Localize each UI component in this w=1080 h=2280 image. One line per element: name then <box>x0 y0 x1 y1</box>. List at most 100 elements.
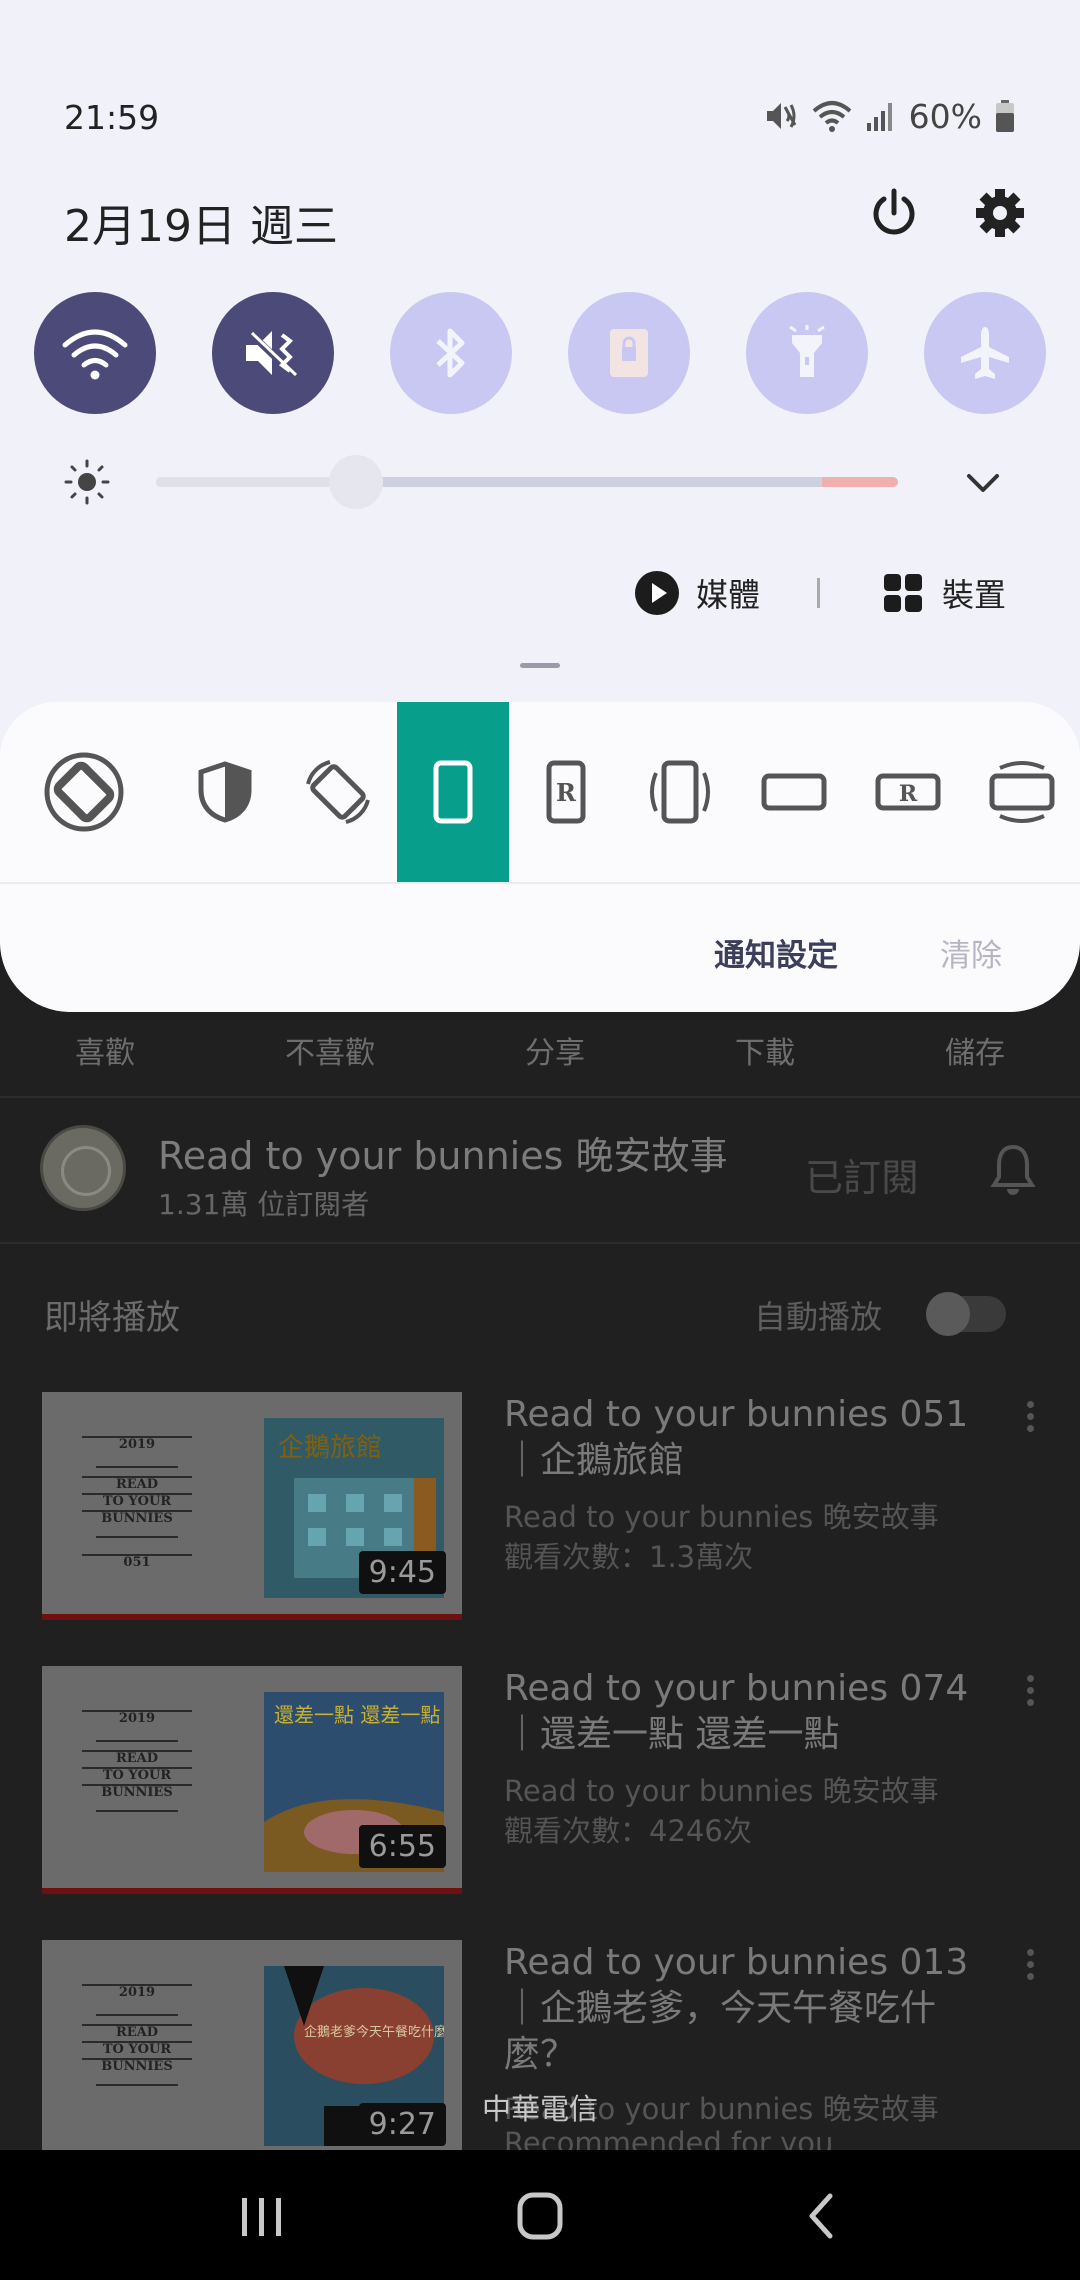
mute-tile[interactable] <box>212 292 334 414</box>
save-button[interactable]: 儲存 <box>945 1028 1005 1072</box>
clear-button[interactable]: 清除 <box>940 930 1002 975</box>
like-button[interactable]: 喜歡 <box>75 1028 135 1072</box>
video-item[interactable]: 2019 READ TO YOUR BUNNIES 企鵝老爹今天午餐吃什麼 9:… <box>42 1940 1042 2170</box>
brightness-high-zone <box>822 477 898 487</box>
channel-subscribers: 1.31萬 位訂閱者 <box>158 1188 370 1221</box>
shield-option[interactable] <box>169 702 281 882</box>
video-thumbnail[interactable]: 2019 READ TO YOUR BUNNIES 還差一點 還差一點 6:55 <box>42 1666 462 1894</box>
notification-settings-button[interactable]: 通知設定 <box>714 930 838 975</box>
recents-icon[interactable] <box>222 2186 302 2246</box>
chevron-down-icon[interactable] <box>963 468 1003 498</box>
landscape-locked-icon: R <box>875 773 941 811</box>
cover-title: 企鵝旅館 <box>278 1433 382 1463</box>
video-views: 觀看次數：4246次 <box>504 1814 752 1848</box>
battery-icon <box>996 100 1014 132</box>
sound-mode-tile[interactable] <box>568 292 690 414</box>
panel-handle[interactable] <box>520 663 560 668</box>
video-title[interactable]: Read to your bunnies 051｜企鵝旅館 <box>504 1392 974 1484</box>
carrier-label: 中華電信 <box>481 2092 598 2126</box>
media-button[interactable]: 媒體 <box>634 568 760 618</box>
thumbnail-paper: 2019 READ TO YOUR BUNNIES 051 <box>82 1436 192 1576</box>
video-views: 觀看次數：1.3萬次 <box>504 1540 754 1574</box>
portrait-icon <box>433 760 473 824</box>
more-options-icon[interactable] <box>1027 1672 1037 1708</box>
rotation-options-strip: R R <box>0 702 1080 882</box>
back-icon[interactable] <box>784 2186 864 2246</box>
status-icons: 60% <box>763 96 1016 136</box>
bluetooth-tile[interactable] <box>390 292 512 414</box>
video-item[interactable]: 2019 READ TO YOUR BUNNIES 還差一點 還差一點 6:55… <box>42 1666 1042 1896</box>
video-channel: Read to your bunnies 晚安故事 <box>504 1774 939 1808</box>
video-title[interactable]: Read to your bunnies 013｜企鵝老爹，今天午餐吃什麼？ <box>504 1940 974 2080</box>
divider <box>0 882 1080 884</box>
channel-name: Read to your bunnies 晚安故事 <box>158 1134 728 1178</box>
bell-icon[interactable] <box>990 1143 1036 1197</box>
cover-title: 還差一點 還差一點 <box>274 1703 440 1727</box>
divider <box>0 1096 1080 1098</box>
rotate-option[interactable] <box>282 702 394 882</box>
channel-row[interactable]: Read to your bunnies 晚安故事 1.31萬 位訂閱者 已訂閱 <box>40 1125 1040 1221</box>
media-label: 媒體 <box>696 576 761 614</box>
video-duration: 6:55 <box>358 1825 446 1868</box>
brightness-handle[interactable] <box>329 455 384 509</box>
battery-percentage: 60% <box>908 96 982 136</box>
mute-status-icon <box>766 103 796 129</box>
download-button[interactable]: 下載 <box>735 1028 795 1072</box>
video-channel: Read to your bunnies 晚安故事 <box>504 1500 939 1534</box>
airplane-icon <box>961 327 1009 379</box>
devices-button[interactable]: 裝置 <box>882 568 1006 618</box>
flashlight-icon <box>789 325 825 377</box>
play-icon <box>635 571 679 615</box>
more-options-icon[interactable] <box>1027 1946 1037 1982</box>
auto-rotate-icon <box>44 752 124 832</box>
video-item[interactable]: 2019 READ TO YOUR BUNNIES 051 企鵝旅館 9:45 … <box>42 1392 1042 1622</box>
portrait-vibrate-option[interactable] <box>624 702 736 882</box>
signal-icon <box>866 103 892 131</box>
watch-progress <box>42 1614 462 1620</box>
divider <box>0 1242 1080 1244</box>
svg-text:R: R <box>899 781 918 807</box>
airplane-mode-tile[interactable] <box>924 292 1046 414</box>
brightness-fill <box>156 477 357 487</box>
watch-progress <box>42 1888 462 1894</box>
landscape-tv-option[interactable] <box>966 702 1078 882</box>
rotation-options-card: R R 通知設定 清除 <box>0 702 1080 1012</box>
gear-icon[interactable] <box>972 185 1028 241</box>
dislike-button[interactable]: 不喜歡 <box>285 1028 375 1072</box>
home-icon[interactable] <box>500 2186 580 2246</box>
quick-settings-tiles <box>34 292 1046 414</box>
landscape-option[interactable] <box>738 702 850 882</box>
video-title[interactable]: Read to your bunnies 074｜還差一點 還差一點 <box>504 1666 974 1758</box>
mute-icon <box>246 330 299 380</box>
svg-text:R: R <box>556 778 577 807</box>
separator <box>817 578 820 608</box>
thumbnail-paper: 2019 READ TO YOUR BUNNIES <box>82 1710 192 1850</box>
power-icon[interactable] <box>866 185 922 241</box>
wifi-tile[interactable] <box>34 292 156 414</box>
video-actions: 喜歡 不喜歡 分享 下載 儲存 <box>0 1015 1080 1085</box>
landscape-tv-icon <box>989 761 1055 823</box>
shield-icon <box>198 761 252 823</box>
portrait-option[interactable] <box>397 702 509 882</box>
status-time: 21:59 <box>64 98 160 137</box>
wifi-icon <box>62 329 128 380</box>
date-label: 2月19日 週三 <box>64 201 338 252</box>
sound-mode-icon <box>610 329 648 377</box>
auto-rotate-option[interactable] <box>28 702 140 882</box>
more-options-icon[interactable] <box>1027 1398 1037 1434</box>
portrait-locked-option[interactable]: R <box>510 702 622 882</box>
subscribed-button[interactable]: 已訂閱 <box>805 1147 919 1202</box>
video-duration: 9:45 <box>358 1551 446 1594</box>
bluetooth-icon <box>436 328 465 378</box>
flashlight-tile[interactable] <box>746 292 868 414</box>
wifi-status-icon <box>812 101 851 132</box>
video-thumbnail[interactable]: 2019 READ TO YOUR BUNNIES 051 企鵝旅館 9:45 <box>42 1392 462 1620</box>
share-button[interactable]: 分享 <box>525 1028 585 1072</box>
portrait-vibrate-icon <box>650 760 710 824</box>
rotate-icon <box>306 760 370 824</box>
channel-avatar[interactable] <box>40 1125 126 1211</box>
landscape-locked-option[interactable]: R <box>852 702 964 882</box>
autoplay-toggle[interactable] <box>926 1292 1006 1336</box>
landscape-icon <box>761 773 827 811</box>
brightness-slider[interactable] <box>156 455 898 509</box>
